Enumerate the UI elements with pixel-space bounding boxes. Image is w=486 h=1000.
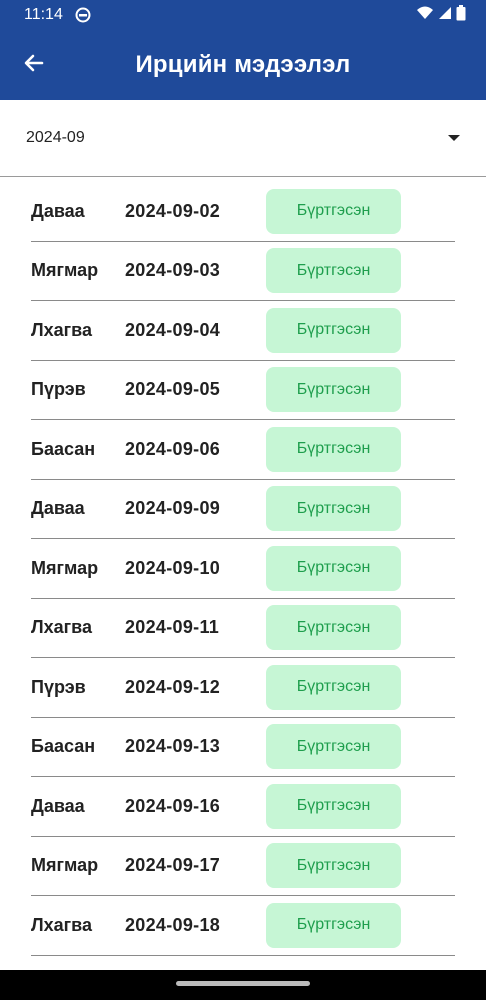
status-badge: Бүртгэсэн: [266, 724, 401, 770]
month-dropdown[interactable]: 2024-09: [0, 100, 486, 177]
arrow-left-icon: [22, 51, 46, 80]
row-date: 2024-09-17: [125, 855, 221, 876]
row-date: 2024-09-12: [125, 676, 221, 697]
row-day: Баасан: [31, 736, 96, 757]
status-time: 11:14: [24, 6, 63, 23]
attendance-row: Даваа 2024-09-16 Бүртгэсэн: [31, 777, 455, 837]
row-date: 2024-09-11: [125, 617, 220, 638]
row-date: 2024-09-16: [125, 795, 221, 816]
attendance-row: Баасан 2024-09-13 Бүртгэсэн: [31, 718, 455, 777]
attendance-row: Лхагва 2024-09-11 Бүртгэсэн: [31, 599, 455, 658]
battery-icon: [456, 4, 466, 26]
status-badge: Бүртгэсэн: [266, 664, 401, 710]
page-title: Ирцийн мэдээлэл: [135, 51, 351, 78]
row-date: 2024-09-18: [125, 914, 221, 935]
attendance-row: Баасан 2024-09-06 Бүртгэсэн: [31, 420, 455, 480]
status-badge: Бүртгэсэн: [266, 188, 401, 234]
wifi-icon: [416, 6, 434, 25]
status-icons: [416, 4, 466, 26]
row-day: Лхагва: [31, 319, 92, 340]
attendance-row: Мягмар 2024-09-17 Бүртгэсэн: [31, 837, 455, 896]
row-day: Даваа: [31, 498, 85, 519]
row-day: Мягмар: [31, 557, 99, 578]
row-day: Мягмар: [31, 260, 99, 281]
attendance-row: Лхагва 2024-09-18 Бүртгэсэн: [31, 896, 455, 956]
navigation-bar: [0, 970, 486, 1000]
row-date: 2024-09-09: [125, 498, 221, 519]
home-gesture-handle[interactable]: [176, 981, 310, 986]
row-day: Даваа: [31, 200, 85, 221]
month-dropdown-value: 2024-09: [26, 129, 85, 146]
row-day: Пүрэв: [31, 379, 86, 400]
attendance-row: Даваа 2024-09-02 Бүртгэсэн: [31, 182, 455, 242]
status-badge: Бүртгэсэн: [266, 902, 401, 948]
signal-icon: [438, 6, 452, 25]
attendance-row: Даваа 2024-09-09 Бүртгэсэн: [31, 480, 455, 539]
status-badge: Бүртгэсэн: [266, 843, 401, 889]
row-day: Баасан: [31, 438, 96, 459]
caret-down-icon: [448, 135, 460, 141]
row-day: Пүрэв: [31, 676, 86, 697]
row-date: 2024-09-05: [125, 379, 221, 400]
attendance-list[interactable]: Даваа 2024-09-02 Бүртгэсэн Мягмар 2024-09-03…: [31, 182, 455, 970]
row-day: Лхагва: [31, 617, 92, 638]
app-bar: Ирцийн мэдээлэл: [0, 30, 486, 100]
row-day: Мягмар: [31, 855, 99, 876]
row-day: Даваа: [31, 795, 85, 816]
attendance-row: Мягмар 2024-09-03 Бүртгэсэн: [31, 242, 455, 301]
status-badge: Бүртгэсэн: [266, 248, 401, 294]
row-date: 2024-09-02: [125, 200, 221, 221]
status-badge: Бүртгэсэн: [266, 783, 401, 829]
row-date: 2024-09-06: [125, 438, 221, 459]
status-bar: 11:14: [0, 0, 486, 30]
attendance-row: Пүрэв 2024-09-05 Бүртгэсэн: [31, 361, 455, 420]
row-date: 2024-09-10: [125, 557, 221, 578]
status-badge: Бүртгэсэн: [266, 486, 401, 532]
status-badge: Бүртгэсэн: [266, 605, 401, 651]
attendance-row: Пүрэв 2024-09-12 Бүртгэсэн: [31, 658, 455, 718]
row-date: 2024-09-13: [125, 736, 221, 757]
row-date: 2024-09-04: [125, 319, 221, 340]
row-date: 2024-09-03: [125, 260, 221, 281]
do-not-disturb-icon: [75, 7, 91, 23]
status-badge: Бүртгэсэн: [266, 367, 401, 413]
attendance-row: Лхагва 2024-09-04 Бүртгэсэн: [31, 301, 455, 361]
status-badge: Бүртгэсэн: [266, 307, 401, 353]
status-badge: Бүртгэсэн: [266, 426, 401, 472]
back-button[interactable]: [14, 45, 54, 85]
row-day: Лхагва: [31, 914, 92, 935]
status-badge: Бүртгэсэн: [266, 545, 401, 591]
attendance-row: Мягмар 2024-09-10 Бүртгэсэн: [31, 539, 455, 599]
